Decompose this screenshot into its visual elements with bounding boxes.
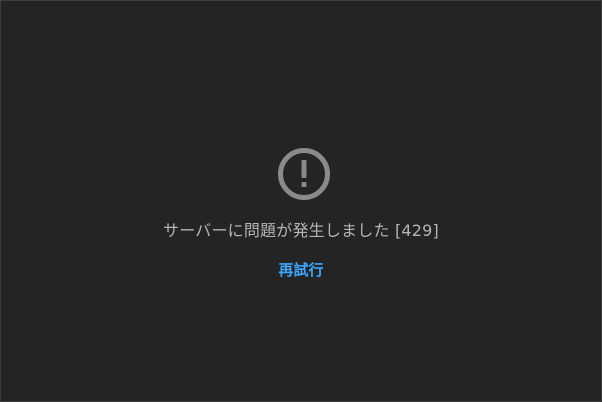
- exclamation-circle-graphic: [278, 148, 330, 200]
- exclamation-circle-icon: [277, 147, 331, 201]
- retry-link[interactable]: 再試行: [278, 261, 323, 279]
- error-screen: サーバーに問題が発生しました [429] 再試行: [0, 0, 602, 402]
- retry-link-container: 再試行: [1, 260, 601, 280]
- error-message: サーバーに問題が発生しました [429]: [163, 221, 439, 240]
